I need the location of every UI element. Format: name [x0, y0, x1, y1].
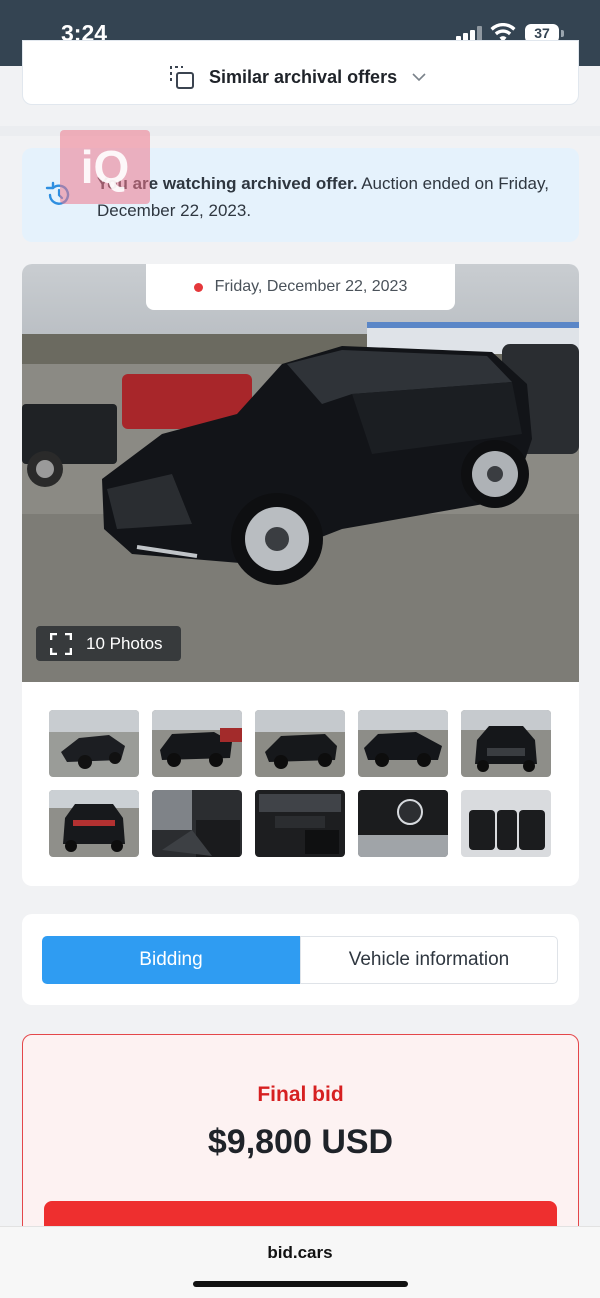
browser-address-bar[interactable]: bid.cars	[0, 1226, 600, 1298]
final-bid-label: Final bid	[257, 1083, 344, 1106]
notice-text: You are watching archived offer. Auction…	[97, 170, 557, 224]
thumbnail[interactable]	[461, 710, 551, 777]
url-text: bid.cars	[267, 1243, 333, 1262]
tab-bidding[interactable]: Bidding	[42, 936, 300, 984]
tab-vehicle-information[interactable]: Vehicle information	[300, 936, 558, 984]
photos-count-button[interactable]: 10 Photos	[36, 626, 181, 661]
iq-watermark-logo: iQ	[60, 130, 150, 204]
thumbnail[interactable]	[358, 710, 448, 777]
similar-offers-toggle[interactable]: Similar archival offers	[22, 40, 579, 105]
thumbnail[interactable]	[152, 790, 242, 857]
status-dot	[193, 282, 203, 292]
info-tabs: Bidding Vehicle information	[22, 914, 579, 1005]
thumbnail[interactable]	[461, 790, 551, 857]
photo-gallery: Friday, December 22, 2023 10 Photos	[22, 264, 579, 886]
thumbnail[interactable]	[255, 790, 345, 857]
similar-offers-label: Similar archival offers	[209, 66, 398, 87]
final-bid-value: $9,800 USD	[207, 1123, 394, 1161]
photos-count-label: 10 Photos	[86, 633, 163, 653]
thumbnail[interactable]	[49, 790, 139, 857]
thumbnail[interactable]	[152, 710, 242, 777]
copy-icon	[170, 66, 194, 89]
thumbnail[interactable]	[358, 790, 448, 857]
thumbnail[interactable]	[255, 710, 345, 777]
auction-date-pill: Friday, December 22, 2023	[146, 264, 455, 310]
battery-tip	[561, 30, 564, 37]
chevron-down-icon	[412, 73, 426, 82]
expand-icon	[50, 632, 72, 655]
main-vehicle-photo[interactable]	[22, 264, 579, 682]
home-indicator	[193, 1281, 408, 1287]
auction-date: Friday, December 22, 2023	[214, 278, 408, 295]
thumbnail[interactable]	[49, 710, 139, 777]
